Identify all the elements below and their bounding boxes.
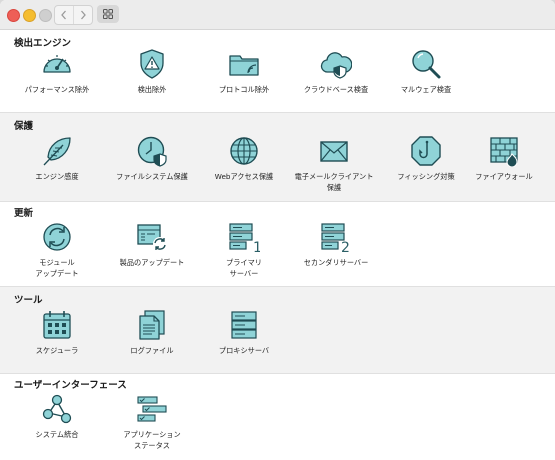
folder-signal-icon [229,55,259,76]
nodes-icon [42,394,72,424]
item-label: エンジン感度 [35,172,79,181]
navigation-buttons [54,5,93,25]
section-update: 更新 モジュール アップデート 製品のアップデート 1 プライマリ サーバー 2… [0,200,555,286]
item-label: モジュール アップデート [35,258,79,278]
chevron-right-icon [81,10,86,20]
item-label: アプリケーション ステータス [123,430,181,450]
grid-icon [103,9,113,19]
calendar-icon [43,311,71,339]
item-label: 検出除外 [137,85,167,94]
section-title: 更新 [14,208,34,219]
item-label: システム統合 [35,430,79,439]
server-1-icon: 1 [229,223,260,253]
item-label: ログファイル [130,346,174,355]
item-label: クラウドベース検査 [303,85,369,94]
window-refresh-icon [137,224,167,251]
section-tools: ツール スケジューラ ログファイル プロキシサーバ [0,286,555,374]
section-title: ツール [14,295,43,306]
preferences-window: 検出エンジン パフォーマンス除外 検出除外 プロトコル除外 クラウドベース検査 … [0,0,555,460]
globe-icon [230,137,258,165]
item-label: プロキシサーバ [218,346,270,355]
envelope-icon [320,141,348,162]
svg-text:2: 2 [341,240,350,253]
item-label: Webアクセス保護 [214,172,274,181]
back-button[interactable] [55,6,73,24]
item-label: プロトコル除外 [218,85,270,94]
item-label: セカンダリサーバー [303,258,369,267]
item-label: 電子メールクライアント 保護 [294,172,374,192]
section-title: ユーザーインターフェース [14,380,127,391]
refresh-circle-icon [43,223,71,251]
section-user-interface: ユーザーインターフェース システム統合 アプリケーション ステータス [0,372,555,460]
section-detection-engine: 検出エンジン パフォーマンス除外 検出除外 プロトコル除外 クラウドベース検査 … [0,30,555,112]
feather-icon [43,137,71,166]
log-files-icon [139,310,165,340]
item-label: ファイルシステム保護 [116,172,188,181]
hook-octagon-icon [411,136,441,166]
brick-wall-fire-icon [490,137,518,167]
close-button[interactable] [7,9,20,22]
section-title: 検出エンジン [14,38,72,49]
section-protection: 保護 エンジン感度 ファイルシステム保護 Webアクセス保護 電子メールクライア… [0,112,555,202]
item-label: スケジューラ [35,346,79,355]
server-2-icon: 2 [321,223,350,253]
chevron-left-icon [61,10,66,20]
item-label: 製品のアップデート [119,258,185,267]
zoom-button[interactable] [39,9,52,22]
item-label: ファイアウォール [475,172,533,181]
speedometer-icon [43,55,71,73]
server-stack-icon [231,311,257,339]
title-bar [0,0,555,30]
magnifier-icon [412,50,441,79]
minimize-button[interactable] [23,9,36,22]
status-bars-icon [137,396,167,422]
item-label: プライマリ サーバー [226,258,262,278]
svg-text:1: 1 [253,240,260,253]
section-title: 保護 [14,121,34,132]
clock-shield-icon [137,136,167,167]
item-label: パフォーマンス除外 [24,85,90,94]
forward-button[interactable] [73,6,92,24]
item-label: マルウェア検査 [400,85,452,94]
show-all-button[interactable] [97,5,119,23]
cloud-shield-icon [320,52,352,79]
shield-warning-icon [140,49,164,79]
